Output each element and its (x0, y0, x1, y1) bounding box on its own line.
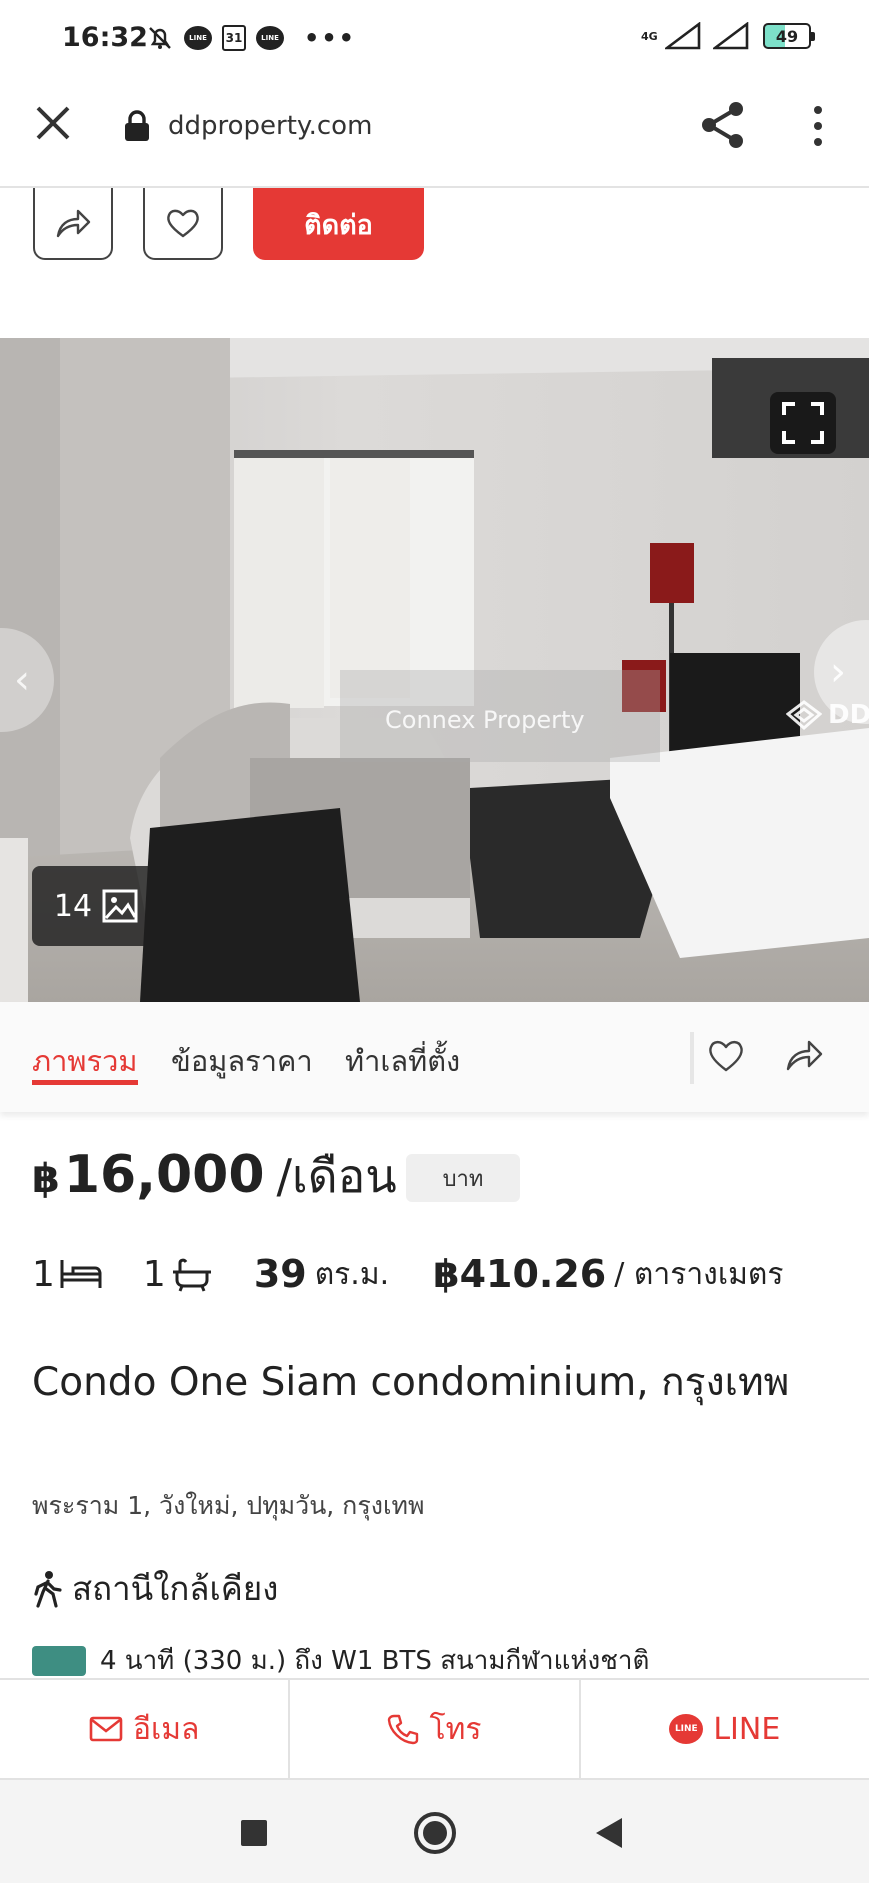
area-unit: ตร.ม. (314, 1256, 390, 1292)
fullscreen-button[interactable] (770, 392, 836, 454)
status-time: 16:32 (62, 22, 148, 53)
image-icon (102, 889, 138, 923)
line-notification-icon: LINE (184, 26, 212, 50)
listing-title: Condo One Siam condominium, กรุงเทพ (32, 1360, 790, 1405)
phone-icon (388, 1714, 419, 1745)
dot (814, 138, 822, 146)
url-text[interactable]: ddproperty.com (168, 111, 372, 141)
station-text: 4 นาที (330 ม.) ถึง W1 BTS สนามกีฬาแห่งช… (100, 1646, 650, 1676)
tab-price-info[interactable]: ข้อมูลราคา (171, 1038, 313, 1084)
forward-arrow-icon (56, 209, 91, 238)
divider (690, 1032, 694, 1084)
bell-muted-icon (146, 24, 174, 52)
dot (814, 106, 822, 114)
back-button[interactable] (596, 1818, 622, 1848)
watermark-text: Connex Property (385, 706, 585, 734)
price: ฿ 16,000 /เดือน (32, 1140, 397, 1213)
photo-count-badge[interactable]: 14 (32, 866, 160, 946)
currency-symbol: ฿ (32, 1156, 60, 1202)
expand-icon (782, 402, 824, 444)
listing-specs: 1 1 39 ตร.ม. ฿410.26 / ตารางเมตร (32, 1248, 783, 1300)
lock-icon (125, 110, 149, 141)
logo-mark-icon (786, 700, 822, 730)
listing-action-row: ติดต่อ (0, 188, 869, 338)
more-options-button[interactable] (800, 102, 836, 150)
listing-photo[interactable]: Connex Property DDp ‹ › 14 (0, 338, 869, 1002)
home-button[interactable] (414, 1812, 456, 1854)
call-button[interactable]: โทร (290, 1680, 581, 1778)
home-dot (423, 1821, 447, 1845)
currency-selector[interactable]: บาท (406, 1154, 520, 1202)
line-button[interactable]: LINE LINE (581, 1680, 869, 1778)
recent-apps-button[interactable] (241, 1820, 267, 1846)
envelope-icon (89, 1716, 123, 1742)
dot (814, 122, 822, 130)
network-type: 4G (641, 29, 658, 43)
browser-toolbar: ddproperty.com (0, 78, 869, 188)
price-per-area-unit: / ตารางเมตร (614, 1256, 784, 1292)
forward-arrow-icon[interactable] (784, 1036, 824, 1076)
heart-icon (167, 209, 199, 238)
status-bar: 16:32 LINE 31 LINE ••• 4G 49 (0, 0, 869, 78)
nearby-heading-text: สถานีใกล้เคียง (72, 1569, 279, 1608)
call-label: โทร (429, 1711, 482, 1747)
price-period: /เดือน (276, 1149, 397, 1203)
more-notifications-icon: ••• (304, 24, 357, 52)
line-notification-icon: LINE (256, 26, 284, 50)
system-icons: 4G 49 (641, 22, 815, 50)
tab-location[interactable]: ทำเลที่ตั้ง (345, 1038, 460, 1084)
battery-icon: 49 (763, 23, 815, 49)
tab-overview[interactable]: ภาพรวม (32, 1038, 138, 1084)
notification-icons: LINE 31 LINE ••• (146, 24, 356, 52)
share-button[interactable] (700, 100, 746, 150)
signal-icon (665, 22, 701, 50)
bedroom-count: 1 (32, 1253, 55, 1295)
nearby-stations-heading: สถานีใกล้เคียง (32, 1562, 278, 1615)
photo-count: 14 (53, 888, 93, 924)
bathroom-count: 1 (142, 1253, 166, 1295)
section-tabs: ภาพรวม ข้อมูลราคา ทำเลที่ตั้ง (0, 1002, 869, 1112)
walking-person-icon (34, 1570, 62, 1608)
signal-icon (713, 22, 749, 50)
area-value: 39 (253, 1252, 307, 1296)
email-button[interactable]: อีเมล (0, 1680, 291, 1778)
chevron-left-icon: ‹ (14, 657, 30, 703)
bathtub-icon (172, 1258, 211, 1292)
line-label: LINE (713, 1711, 781, 1747)
line-icon: LINE (669, 1714, 704, 1744)
contact-button[interactable]: ติดต่อ (253, 188, 424, 260)
price-value: 16,000 (63, 1145, 265, 1205)
bts-line-swatch (32, 1645, 86, 1676)
share-listing-button[interactable] (33, 188, 113, 260)
bed-icon (60, 1260, 102, 1288)
system-navigation-bar (0, 1780, 869, 1883)
close-tab-button[interactable] (32, 102, 74, 144)
price-per-area: ฿410.26 (433, 1252, 607, 1296)
close-icon (36, 106, 70, 140)
active-tab-indicator (32, 1080, 138, 1085)
chevron-right-icon: › (830, 649, 846, 695)
calendar-icon: 31 (222, 25, 246, 51)
station-item: 4 นาที (330 ม.) ถึง W1 BTS สนามกีฬาแห่งช… (32, 1640, 649, 1681)
email-label: อีเมล (132, 1711, 200, 1747)
favorite-button[interactable] (143, 188, 223, 260)
contact-bar: อีเมล โทร LINE LINE (0, 1678, 869, 1780)
listing-address: พระราม 1, วังใหม่, ปทุมวัน, กรุงเทพ (32, 1491, 425, 1520)
heart-icon[interactable] (706, 1036, 746, 1076)
share-icon (702, 102, 743, 148)
